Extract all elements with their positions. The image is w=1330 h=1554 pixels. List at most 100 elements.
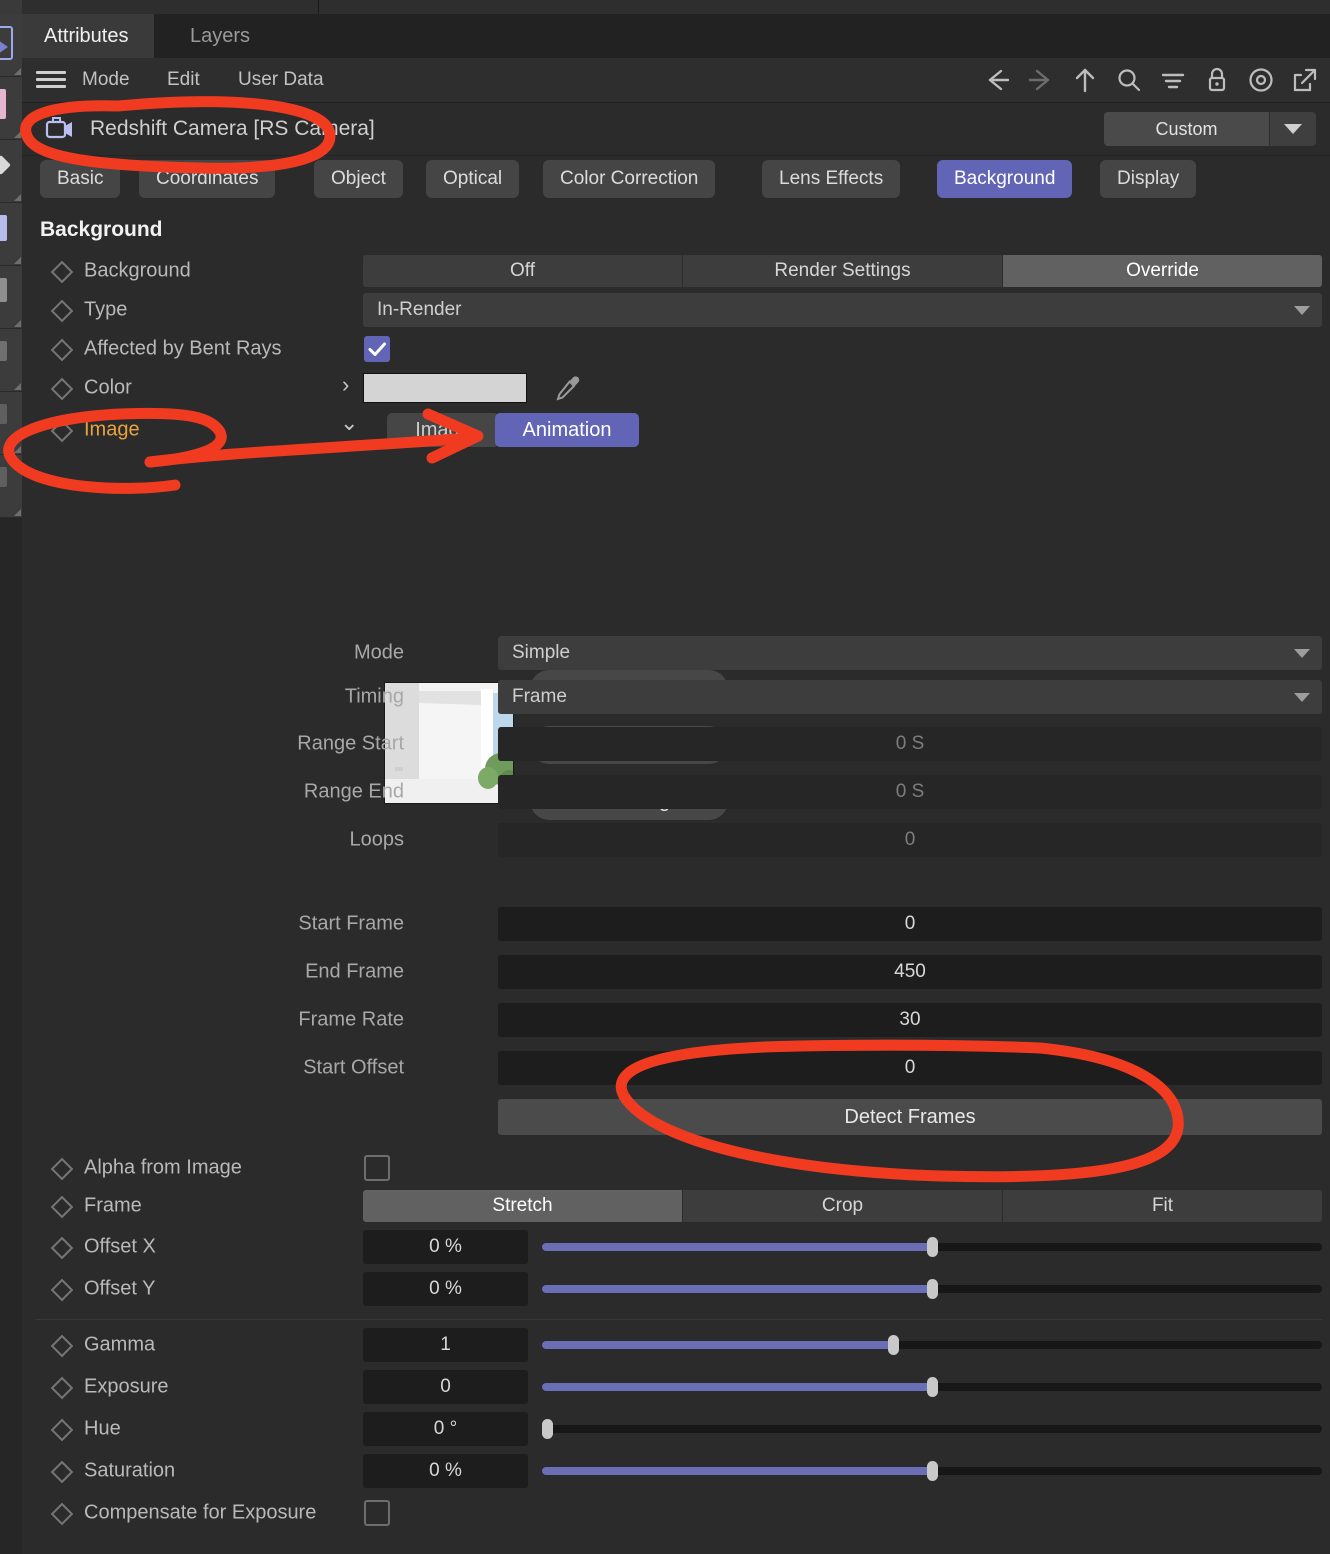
gamma-slider-handle[interactable] <box>888 1335 899 1355</box>
frame-rate-field[interactable]: 30 <box>498 1003 1322 1037</box>
object-name[interactable]: Redshift Camera [RS Camera] <box>90 103 375 155</box>
keyframe-diamond-icon[interactable] <box>50 299 72 321</box>
color-swatch[interactable] <box>363 373 527 403</box>
panel-tab-layers[interactable]: Layers <box>168 14 272 58</box>
target-icon[interactable] <box>1244 63 1278 97</box>
tool-slot-8[interactable] <box>0 455 22 518</box>
tool-slot-6[interactable] <box>0 329 22 392</box>
loops-field[interactable]: 0 <box>498 823 1322 857</box>
offset-y-field[interactable]: 0 % <box>363 1272 528 1306</box>
panel-tab-attributes[interactable]: Attributes <box>22 14 154 58</box>
camera-icon <box>44 115 78 143</box>
hue-slider-handle[interactable] <box>542 1419 553 1439</box>
tab-optical[interactable]: Optical <box>426 160 520 198</box>
segment-stretch[interactable]: Stretch <box>363 1190 683 1222</box>
segment-crop[interactable]: Crop <box>683 1190 1003 1222</box>
type-value: In-Render <box>377 299 462 320</box>
keyframe-diamond-icon[interactable] <box>50 1502 72 1524</box>
toggle-image[interactable]: Image <box>387 413 499 447</box>
keyframe-diamond-icon[interactable] <box>50 1418 72 1440</box>
search-icon[interactable] <box>1112 63 1146 97</box>
tool-slot-4[interactable] <box>0 203 22 266</box>
lock-icon[interactable] <box>1200 63 1234 97</box>
tool-slot-3[interactable] <box>0 140 22 203</box>
saturation-field[interactable]: 0 % <box>363 1454 528 1488</box>
timing-dropdown[interactable]: Frame <box>498 680 1322 714</box>
hue-slider[interactable] <box>542 1419 1322 1439</box>
tool-slot-7[interactable] <box>0 392 22 455</box>
popout-icon[interactable] <box>1288 63 1322 97</box>
keyframe-diamond-icon[interactable] <box>50 1278 72 1300</box>
tab-object[interactable]: Object <box>314 160 403 198</box>
gamma-field[interactable]: 1 <box>363 1328 528 1362</box>
end-frame-field[interactable]: 450 <box>498 955 1322 989</box>
up-arrow-icon[interactable] <box>1068 63 1102 97</box>
tool-slot-2[interactable] <box>0 77 22 140</box>
range-end-field[interactable]: 0 S <box>498 775 1322 809</box>
tool-slot-5[interactable] <box>0 266 22 329</box>
tool-slot-1[interactable] <box>0 14 22 77</box>
offset-x-field[interactable]: 0 % <box>363 1230 528 1264</box>
mode-dropdown[interactable]: Simple <box>498 636 1322 670</box>
section-title: Background <box>40 218 163 241</box>
forward-arrow-icon[interactable] <box>1024 63 1058 97</box>
preset-selector[interactable]: Custom <box>1104 112 1316 146</box>
exposure-field[interactable]: 0 <box>363 1370 528 1404</box>
keyframe-diamond-icon[interactable] <box>50 1334 72 1356</box>
segment-fit[interactable]: Fit <box>1003 1190 1322 1222</box>
chevron-right-icon[interactable]: › <box>342 372 349 398</box>
keyframe-diamond-icon[interactable] <box>50 1195 72 1217</box>
hue-field[interactable]: 0 ° <box>363 1412 528 1446</box>
eyedropper-icon[interactable] <box>552 372 584 409</box>
menu-item-mode[interactable]: Mode <box>82 58 130 102</box>
gamma-slider[interactable] <box>542 1335 1322 1355</box>
tab-display[interactable]: Display <box>1100 160 1197 198</box>
bent-rays-checkbox[interactable] <box>364 336 390 362</box>
segment-render-settings[interactable]: Render Settings <box>683 255 1003 287</box>
start-frame-field[interactable]: 0 <box>498 907 1322 941</box>
offset-x-slider[interactable] <box>542 1237 1322 1257</box>
tab-basic[interactable]: Basic <box>40 160 121 198</box>
segment-override[interactable]: Override <box>1003 255 1322 287</box>
keyframe-diamond-icon[interactable] <box>50 1236 72 1258</box>
preset-value[interactable]: Custom <box>1104 112 1269 146</box>
range-start-field[interactable]: 0 S <box>498 727 1322 761</box>
offset-x-slider-handle[interactable] <box>927 1237 938 1257</box>
start-offset-field[interactable]: 0 <box>498 1051 1322 1085</box>
segment-off[interactable]: Off <box>363 255 683 287</box>
exposure-slider-handle[interactable] <box>927 1377 938 1397</box>
filter-icon[interactable] <box>1156 63 1190 97</box>
alpha-from-image-checkbox[interactable] <box>364 1155 390 1181</box>
saturation-slider-handle[interactable] <box>927 1461 938 1481</box>
menu-item-user-data[interactable]: User Data <box>238 58 324 102</box>
exposure-slider[interactable] <box>542 1377 1322 1397</box>
menu-item-edit[interactable]: Edit <box>167 58 200 102</box>
hamburger-menu-icon[interactable] <box>36 69 66 91</box>
type-dropdown[interactable]: In-Render <box>363 293 1322 327</box>
label-exposure: Exposure <box>84 1375 169 1398</box>
keyframe-diamond-icon[interactable] <box>50 338 72 360</box>
tool-corner-icon <box>14 446 21 453</box>
back-arrow-icon[interactable] <box>980 63 1014 97</box>
frame-fit-segmented[interactable]: Stretch Crop Fit <box>363 1190 1322 1222</box>
offset-y-slider[interactable] <box>542 1279 1322 1299</box>
background-mode-segmented[interactable]: Off Render Settings Override <box>363 255 1322 287</box>
chevron-down-icon[interactable] <box>1269 112 1316 146</box>
keyframe-diamond-icon[interactable] <box>50 419 72 441</box>
keyframe-diamond-icon[interactable] <box>50 1157 72 1179</box>
saturation-slider[interactable] <box>542 1461 1322 1481</box>
tab-coordinates[interactable]: Coordinates <box>139 160 276 198</box>
toggle-animation[interactable]: Animation <box>495 413 639 447</box>
keyframe-diamond-icon[interactable] <box>50 377 72 399</box>
keyframe-diamond-icon[interactable] <box>50 260 72 282</box>
detect-frames-button[interactable]: Detect Frames <box>498 1099 1322 1135</box>
compensate-for-exposure-checkbox[interactable] <box>364 1500 390 1526</box>
label-start-frame: Start Frame <box>298 912 404 935</box>
chevron-down-icon[interactable]: ⌄ <box>340 410 358 436</box>
keyframe-diamond-icon[interactable] <box>50 1460 72 1482</box>
keyframe-diamond-icon[interactable] <box>50 1376 72 1398</box>
tab-lens-effects[interactable]: Lens Effects <box>762 160 901 198</box>
tab-background[interactable]: Background <box>937 160 1073 198</box>
tab-color-correction[interactable]: Color Correction <box>543 160 716 198</box>
offset-y-slider-handle[interactable] <box>927 1279 938 1299</box>
